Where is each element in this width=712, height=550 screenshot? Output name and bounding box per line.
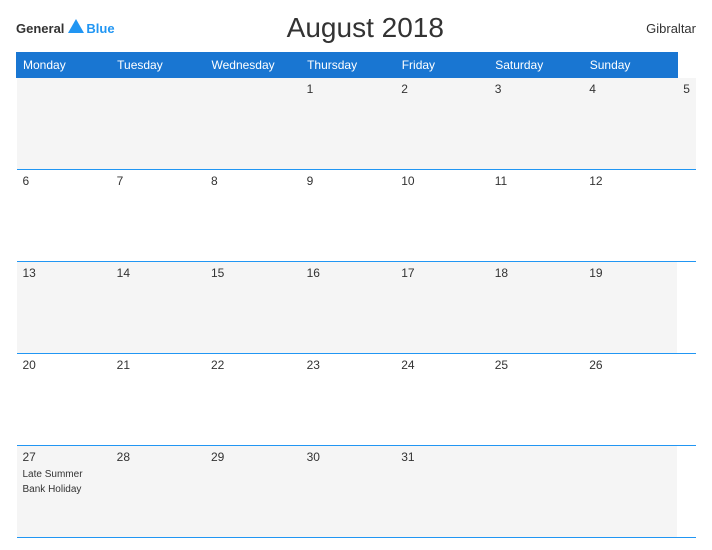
calendar-header: General Blue August 2018 Gibraltar — [16, 12, 696, 44]
calendar-page: General Blue August 2018 Gibraltar Monda… — [0, 0, 712, 550]
calendar-cell: 14 — [111, 262, 205, 354]
day-number: 10 — [401, 174, 482, 188]
calendar-cell: 9 — [301, 170, 396, 262]
col-tuesday: Tuesday — [111, 53, 205, 78]
calendar-cell: 4 — [583, 78, 677, 170]
logo-blue-text: Blue — [86, 21, 114, 36]
calendar-cell: 10 — [395, 170, 488, 262]
day-number: 6 — [23, 174, 105, 188]
calendar-cell — [111, 78, 205, 170]
day-number: 24 — [401, 358, 482, 372]
day-number: 21 — [117, 358, 199, 372]
calendar-cell: 18 — [489, 262, 584, 354]
day-number: 31 — [401, 450, 482, 464]
calendar-cell: 31 — [395, 446, 488, 538]
day-number: 1 — [307, 82, 390, 96]
calendar-cell: 30 — [301, 446, 396, 538]
calendar-cell: 11 — [489, 170, 584, 262]
calendar-cell — [583, 446, 677, 538]
col-friday: Friday — [395, 53, 488, 78]
day-number: 18 — [495, 266, 578, 280]
day-number: 7 — [117, 174, 199, 188]
calendar-cell: 8 — [205, 170, 301, 262]
calendar-cell: 2 — [395, 78, 488, 170]
calendar-cell — [489, 446, 584, 538]
day-number: 14 — [117, 266, 199, 280]
col-wednesday: Wednesday — [205, 53, 301, 78]
calendar-row: 20 21 22 23 24 25 26 — [17, 354, 697, 446]
country-label: Gibraltar — [616, 21, 696, 36]
day-number: 20 — [23, 358, 105, 372]
calendar-cell: 16 — [301, 262, 396, 354]
calendar-cell: 12 — [583, 170, 677, 262]
calendar-cell: 3 — [489, 78, 584, 170]
day-number: 9 — [307, 174, 390, 188]
calendar-body: 1234567891011121314151617181920212223242… — [17, 78, 697, 538]
calendar-cell: 23 — [301, 354, 396, 446]
day-number: 4 — [589, 82, 671, 96]
month-title: August 2018 — [115, 12, 616, 44]
day-number: 27 — [23, 450, 105, 464]
calendar-cell: 19 — [583, 262, 677, 354]
calendar-cell: 20 — [17, 354, 111, 446]
day-number: 22 — [211, 358, 295, 372]
calendar-cell — [17, 78, 111, 170]
day-number: 30 — [307, 450, 390, 464]
calendar-cell: 1 — [301, 78, 396, 170]
day-number: 23 — [307, 358, 390, 372]
day-number: 28 — [117, 450, 199, 464]
col-thursday: Thursday — [301, 53, 396, 78]
calendar-row: 13 14 15 16 17 18 19 — [17, 262, 697, 354]
day-number: 16 — [307, 266, 390, 280]
calendar-cell: 25 — [489, 354, 584, 446]
calendar-cell: 28 — [111, 446, 205, 538]
event-text: Late Summer Bank Holiday — [23, 469, 83, 495]
day-number: 8 — [211, 174, 295, 188]
day-number: 29 — [211, 450, 295, 464]
calendar-cell: 21 — [111, 354, 205, 446]
calendar-table: Monday Tuesday Wednesday Thursday Friday… — [16, 52, 696, 538]
calendar-row: 6789 10 11 12 — [17, 170, 697, 262]
calendar-cell: 29 — [205, 446, 301, 538]
day-number: 25 — [495, 358, 578, 372]
calendar-cell: 26 — [583, 354, 677, 446]
logo-general-text: General — [16, 21, 64, 36]
day-number: 3 — [495, 82, 578, 96]
calendar-cell: 22 — [205, 354, 301, 446]
day-number: 13 — [23, 266, 105, 280]
day-number: 17 — [401, 266, 482, 280]
calendar-cell: 17 — [395, 262, 488, 354]
day-number: 11 — [495, 174, 578, 188]
calendar-cell: 15 — [205, 262, 301, 354]
calendar-header-row: Monday Tuesday Wednesday Thursday Friday… — [17, 53, 697, 78]
day-number: 12 — [589, 174, 671, 188]
calendar-cell: 24 — [395, 354, 488, 446]
logo: General Blue — [16, 21, 115, 36]
calendar-cell: 13 — [17, 262, 111, 354]
col-sunday: Sunday — [583, 53, 677, 78]
calendar-cell — [205, 78, 301, 170]
calendar-cell: 6 — [17, 170, 111, 262]
day-number: 2 — [401, 82, 482, 96]
calendar-row: 27 Late Summer Bank Holiday 28 29 30 31 — [17, 446, 697, 538]
logo-triangle-icon — [68, 19, 84, 33]
calendar-cell: 27 Late Summer Bank Holiday — [17, 446, 111, 538]
calendar-row: 12345 — [17, 78, 697, 170]
col-saturday: Saturday — [489, 53, 584, 78]
col-monday: Monday — [17, 53, 111, 78]
calendar-cell: 5 — [677, 78, 696, 170]
calendar-cell: 7 — [111, 170, 205, 262]
day-number: 26 — [589, 358, 671, 372]
day-number: 5 — [683, 82, 690, 96]
day-number: 19 — [589, 266, 671, 280]
day-number: 15 — [211, 266, 295, 280]
